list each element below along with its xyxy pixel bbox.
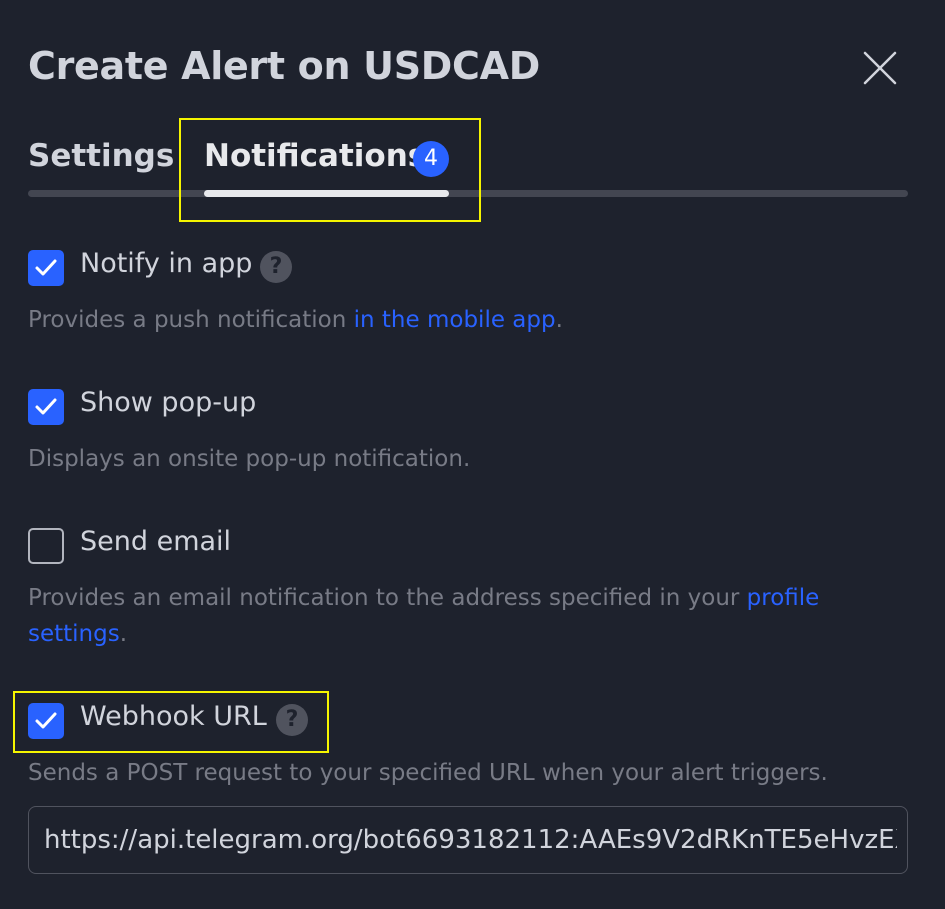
notify-in-app-checkbox[interactable] xyxy=(28,250,64,286)
desc-text: Provides an email notification to the ad… xyxy=(28,585,747,611)
dialog-title: Create Alert on USDCAD xyxy=(28,44,540,88)
tab-settings[interactable]: Settings xyxy=(28,138,174,174)
show-popup-checkbox[interactable] xyxy=(28,389,64,425)
show-popup-label[interactable]: Show pop-up xyxy=(80,387,256,418)
help-icon[interactable]: ? xyxy=(260,251,292,283)
checkmark-icon xyxy=(35,398,57,415)
webhook-url-description: Sends a POST request to your specified U… xyxy=(28,760,828,786)
notify-in-app-description: Provides a push notification in the mobi… xyxy=(28,302,908,338)
send-email-label[interactable]: Send email xyxy=(80,526,231,557)
highlight-box-notifications-tab xyxy=(179,118,481,222)
send-email-description: Provides an email notification to the ad… xyxy=(28,580,908,652)
webhook-url-input[interactable] xyxy=(28,806,908,874)
show-popup-description: Displays an onsite pop-up notification. xyxy=(28,446,471,472)
close-icon xyxy=(863,51,897,85)
checkmark-icon xyxy=(35,259,57,276)
highlight-box-webhook xyxy=(13,691,329,753)
send-email-checkbox[interactable] xyxy=(28,528,64,564)
desc-text: . xyxy=(119,621,128,647)
notify-in-app-label[interactable]: Notify in app xyxy=(80,248,252,279)
desc-text: Provides a push notification xyxy=(28,307,354,333)
close-button[interactable] xyxy=(860,48,900,88)
mobile-app-link[interactable]: in the mobile app xyxy=(354,307,556,333)
desc-text: . xyxy=(555,307,563,333)
